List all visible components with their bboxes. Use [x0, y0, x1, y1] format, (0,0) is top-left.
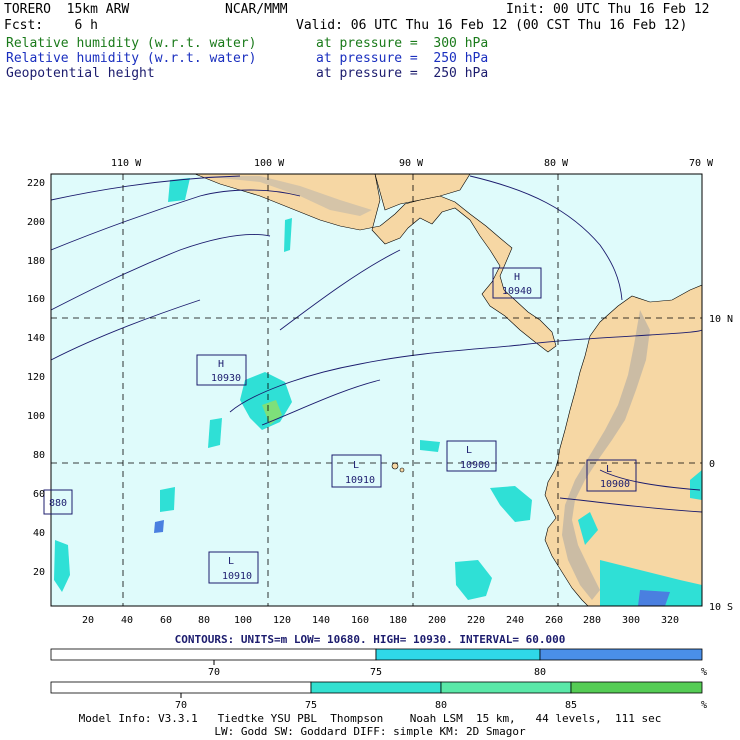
organization-label: NCAR/MMM	[225, 2, 288, 17]
x-tick-label: 120	[273, 615, 291, 626]
colorbar-segment	[50, 681, 312, 694]
x-tick-label: 140	[312, 615, 330, 626]
lon-label-80w: 80 W	[544, 158, 569, 169]
colorbar-tick: 85	[565, 700, 577, 711]
y-tick-label: 60	[33, 489, 45, 500]
colorbar-unit: %	[701, 700, 707, 711]
x-tick-label: 100	[234, 615, 252, 626]
y-tick-label: 220	[27, 178, 45, 189]
svg-text:L: L	[228, 556, 234, 567]
colorbar-tick: 70	[208, 667, 220, 678]
y-tick-label: 160	[27, 294, 45, 305]
y-tick-label: 80	[33, 450, 45, 461]
lat-label-equator: 0	[709, 459, 715, 470]
model-info-line-1: Model Info: V3.3.1 Tiedtke YSU PBL Thomp…	[78, 712, 662, 725]
svg-text:L: L	[466, 445, 472, 456]
colorbar-tick: 75	[305, 700, 317, 711]
colorbar-tick: 70	[175, 700, 187, 711]
field-3-name: Geopotential height	[6, 66, 155, 81]
y-tick-label: 200	[27, 217, 45, 228]
colorbar-unit: %	[701, 667, 707, 678]
svg-text:10900: 10900	[460, 460, 490, 471]
valid-time: Valid: 06 UTC Thu 16 Feb 12 (00 CST Thu …	[296, 18, 688, 33]
field-2-level: at pressure = 250 hPa	[316, 51, 489, 66]
svg-text:880: 880	[49, 498, 67, 509]
svg-text:10930: 10930	[211, 373, 241, 384]
svg-text:H: H	[218, 359, 224, 370]
init-time: Init: 00 UTC Thu 16 Feb 12	[506, 2, 710, 17]
colorbar-tick: 75	[370, 667, 382, 678]
galapagos-island	[399, 467, 405, 473]
x-tick-label: 320	[661, 615, 679, 626]
svg-text:L: L	[353, 460, 359, 471]
field-1-name: Relative humidity (w.r.t. water)	[6, 36, 257, 51]
y-tick-label: 140	[27, 333, 45, 344]
x-tick-label: 200	[428, 615, 446, 626]
y-tick-label: 20	[33, 567, 45, 578]
colorbar-segment	[539, 648, 703, 661]
colorbar-250hpa: 70 75 80 %	[50, 648, 707, 678]
x-tick-label: 20	[82, 615, 94, 626]
model-title: TORERO 15km ARW	[4, 2, 130, 17]
colorbar-segment	[310, 681, 442, 694]
x-tick-label: 160	[351, 615, 369, 626]
model-info-line-2: LW: Godd SW: Goddard DIFF: simple KM: 2D…	[214, 725, 526, 738]
y-axis: 220 200 180 160 140 120 100 80 60 40 20	[27, 178, 45, 578]
colorbar-segment	[570, 681, 703, 694]
lon-label-100w: 100 W	[254, 158, 285, 169]
contour-summary: CONTOURS: UNITS=m LOW= 10680. HIGH= 1093…	[174, 633, 566, 646]
lon-label-90w: 90 W	[399, 158, 424, 169]
svg-text:L: L	[606, 464, 612, 475]
lat-label-10s: 10 S	[709, 602, 733, 613]
field-1-level: at pressure = 300 hPa	[316, 36, 489, 51]
svg-text:10900: 10900	[600, 479, 630, 490]
x-tick-label: 80	[198, 615, 210, 626]
colorbar-tick: 80	[534, 667, 546, 678]
lat-label-10n: 10 N	[709, 314, 733, 325]
colorbar-segment	[440, 681, 572, 694]
field-2-name: Relative humidity (w.r.t. water)	[6, 51, 257, 66]
forecast-hour: Fcst: 6 h	[4, 18, 98, 33]
lon-label-70w: 70 W	[689, 158, 714, 169]
colorbar-300hpa: 70 75 80 85 %	[50, 681, 707, 711]
x-tick-label: 280	[583, 615, 601, 626]
colorbar-tick: 80	[435, 700, 447, 711]
x-tick-label: 240	[506, 615, 524, 626]
colorbar-segment	[375, 648, 541, 661]
x-axis: 20 40 60 80 100 120 140 160 180 200 220 …	[82, 615, 679, 626]
field-3-level: at pressure = 250 hPa	[316, 66, 489, 81]
weather-map: 110 W 100 W 90 W 80 W 70 W H 10940 H 109…	[27, 158, 733, 626]
lon-label-110w: 110 W	[111, 158, 142, 169]
svg-text:10910: 10910	[345, 475, 375, 486]
x-tick-label: 260	[545, 615, 563, 626]
svg-text:H: H	[514, 272, 520, 283]
x-tick-label: 300	[622, 615, 640, 626]
x-tick-label: 180	[389, 615, 407, 626]
svg-text:10940: 10940	[502, 286, 532, 297]
y-tick-label: 40	[33, 528, 45, 539]
y-tick-label: 120	[27, 372, 45, 383]
galapagos-island	[391, 462, 399, 470]
svg-text:10910: 10910	[222, 571, 252, 582]
colorbar-segment	[50, 648, 377, 661]
x-tick-label: 60	[160, 615, 172, 626]
x-tick-label: 40	[121, 615, 133, 626]
y-tick-label: 100	[27, 411, 45, 422]
y-tick-label: 180	[27, 256, 45, 267]
x-tick-label: 220	[467, 615, 485, 626]
